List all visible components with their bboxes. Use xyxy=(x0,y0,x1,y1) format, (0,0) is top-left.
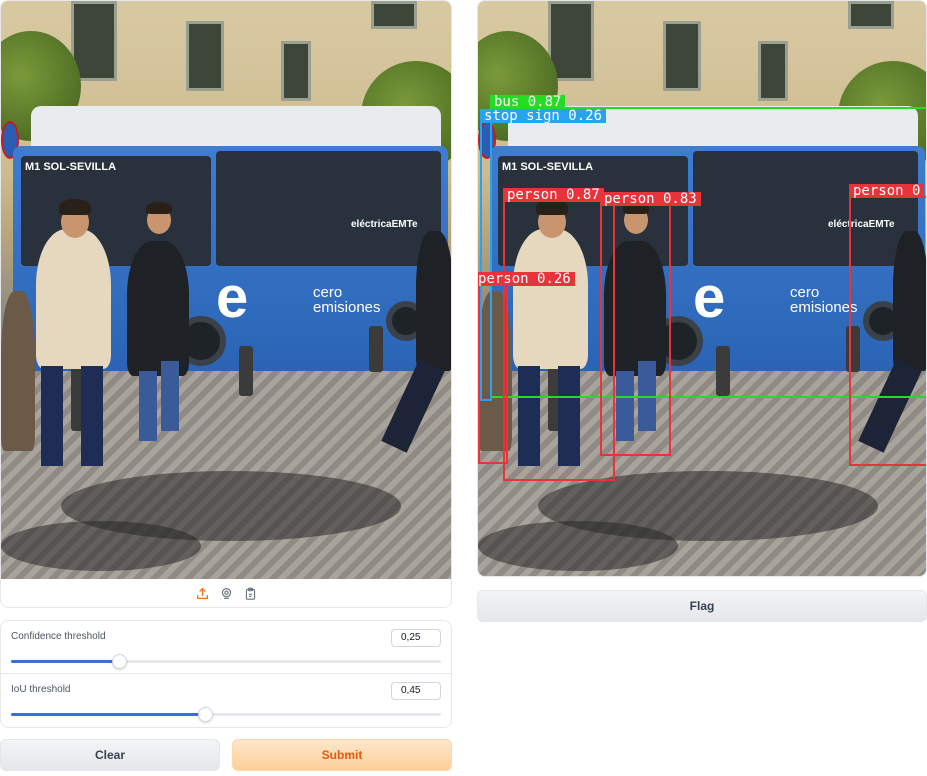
detection-person-3: person 0.26 xyxy=(478,272,575,464)
detection-person-4-label: person 0 xyxy=(849,184,925,198)
iou-slider[interactable] xyxy=(11,707,441,722)
clipboard-icon[interactable] xyxy=(243,586,257,600)
output-image-panel: M1 SOL-SEVILLA cero emisiones eléctricaE… xyxy=(477,0,927,577)
bus-slogan-2: emisiones xyxy=(313,299,381,316)
confidence-label: Confidence threshold xyxy=(11,631,106,642)
input-image: M1 SOL-SEVILLA cero emisiones eléctricaE… xyxy=(1,1,451,579)
output-image: M1 SOL-SEVILLA cero emisiones eléctricaE… xyxy=(478,1,926,576)
confidence-slider-thumb[interactable] xyxy=(111,654,127,669)
iou-value-input[interactable]: 0,45 xyxy=(391,682,441,700)
detection-person-1: person 0.87 xyxy=(503,188,615,481)
detection-person-4: person 0 xyxy=(849,184,926,466)
image-source-toolbar xyxy=(0,578,452,608)
confidence-slider[interactable] xyxy=(11,654,441,669)
iou-slider-thumb[interactable] xyxy=(197,707,213,722)
confidence-value-input[interactable]: 0,25 xyxy=(391,629,441,647)
detection-stop-sign-label: stop sign 0.26 xyxy=(480,109,607,123)
detection-person-3-label: person 0.26 xyxy=(478,272,575,286)
detection-person-2-label: person 0.83 xyxy=(600,192,701,206)
confidence-slider-fill xyxy=(11,660,119,663)
detection-bus-label: bus 0.87 xyxy=(490,95,566,109)
threshold-controls: Confidence threshold 0,25 IoU threshold … xyxy=(0,620,452,728)
upload-icon[interactable] xyxy=(195,586,209,600)
iou-label: IoU threshold xyxy=(11,684,71,695)
clear-button[interactable]: Clear xyxy=(0,739,220,771)
submit-button[interactable]: Submit xyxy=(232,739,452,771)
input-image-panel[interactable]: M1 SOL-SEVILLA cero emisiones eléctricaE… xyxy=(0,0,452,608)
webcam-icon[interactable] xyxy=(219,586,233,600)
confidence-slider-block: Confidence threshold 0,25 xyxy=(1,621,451,674)
detection-person-2: person 0.83 xyxy=(600,192,701,456)
detection-person-1-label: person 0.87 xyxy=(503,188,604,202)
iou-slider-fill xyxy=(11,713,205,716)
bus-destination: M1 SOL-SEVILLA xyxy=(25,161,117,173)
flag-button[interactable]: Flag xyxy=(477,590,927,622)
iou-slider-block: IoU threshold 0,45 xyxy=(1,674,451,727)
bus-brand: eléctricaEMTe xyxy=(351,219,418,230)
